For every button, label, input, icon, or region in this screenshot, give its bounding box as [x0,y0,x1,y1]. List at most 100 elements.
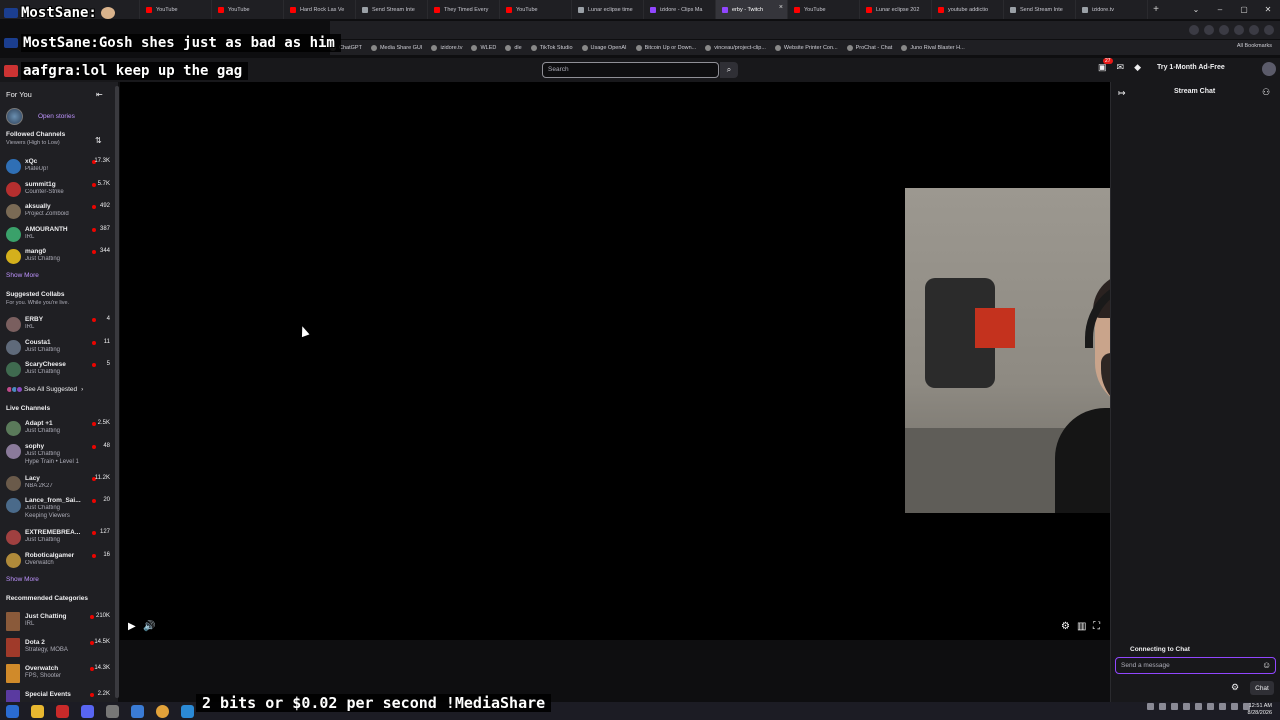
show-more-followed[interactable]: Show More [6,272,39,279]
ad-free-button[interactable]: Try 1-Month Ad-Free [1157,64,1225,71]
tray-icon[interactable] [1159,703,1166,710]
file-explorer-icon[interactable] [31,704,44,718]
wifi-icon[interactable] [1231,703,1238,710]
category-row[interactable]: Dota 2 Strategy, MOBA 14.5K [6,638,110,660]
new-tab-icon[interactable]: + [1148,4,1164,15]
app-icon[interactable] [106,704,119,718]
tray-icon[interactable] [1207,703,1214,710]
channel-row[interactable]: Lance_from_Sai... Just Chatting Keeping Vi… [6,497,110,519]
bookmark-item[interactable]: vinceau/project-clip... [705,44,766,51]
open-stories[interactable]: Open stories [6,108,75,125]
channel-row[interactable]: aksually Project Zomboid 492 [6,203,110,223]
sidebar-scrollbar[interactable] [115,86,119,698]
channel-name: mang0 [25,248,46,256]
bookmark-item[interactable]: Juno Rival Blaster H... [901,44,965,51]
close-window-button[interactable]: ✕ [1256,5,1280,14]
discord-icon[interactable] [81,704,94,718]
user-avatar[interactable] [1262,62,1276,76]
app-icon[interactable] [181,704,194,718]
browser-tab[interactable]: Send Stream Inte [356,0,428,19]
bits-icon[interactable]: ◆ [1134,62,1141,73]
chat-settings-icon[interactable]: ⚙ [1231,682,1239,693]
collapse-sidebar-icon[interactable]: ⇤ [96,90,103,99]
tray-icon[interactable] [1147,703,1154,710]
bookmark-item[interactable]: Website Printer Con... [774,44,838,51]
browser-tab[interactable]: Hard Rock Las Ve [284,0,356,19]
tray-icon[interactable] [1219,703,1226,710]
channel-row[interactable]: ScaryCheese Just Chatting 5 [6,361,110,381]
channel-row[interactable]: AMOURANTH IRL 387 [6,226,110,246]
extension-icon[interactable] [1204,25,1214,35]
channel-row[interactable]: Adapt +1 Just Chatting 2.5K [6,420,110,440]
close-tab-icon[interactable]: × [779,4,783,11]
bookmark-item[interactable]: dle [505,44,522,51]
channel-row[interactable]: summit1g Counter-Strike 5.7K [6,181,110,201]
all-bookmarks-link[interactable]: All Bookmarks [1237,43,1272,49]
channel-row[interactable]: xQc PlateUp! 17.3K [6,158,110,178]
tray-icon[interactable] [1183,703,1190,710]
browser-tab[interactable]: YouTube [788,0,860,19]
whispers-icon[interactable]: ✉ [1117,62,1125,73]
browser-tab[interactable]: YouTube [212,0,284,19]
search-input[interactable]: Search [542,62,719,78]
tab-search-icon[interactable]: ⌄ [1184,5,1208,14]
start-icon[interactable] [6,704,19,718]
channel-row[interactable]: EXTREMEBREA... Just Chatting 127 [6,529,110,549]
browser-tab[interactable]: izidore.tv [1076,0,1148,19]
extension-icon[interactable] [1264,25,1274,35]
bookmark-item[interactable]: Usage OpenAI [581,44,627,51]
browser-tab[interactable]: YouTube [500,0,572,19]
extension-icon[interactable] [1189,25,1199,35]
play-button[interactable]: ▶ [128,621,136,632]
bookmark-item[interactable]: Bitcoin Up or Down... [635,44,696,51]
category-row[interactable]: Just Chatting IRL 210K [6,612,110,634]
browser-tab[interactable]: izidore - Clips Ma [644,0,716,19]
extension-icon[interactable] [1219,25,1229,35]
category-row[interactable]: Overwatch FPS, Shooter 14.3K [6,664,110,686]
theatre-mode-icon[interactable]: ▥ [1077,621,1086,632]
channel-row[interactable]: mang0 Just Chatting 344 [6,248,110,268]
channel-row[interactable]: Cousta1 Just Chatting 11 [6,339,110,359]
browser-tab[interactable]: Lunar eclipse time [572,0,644,19]
settings-gear-icon[interactable]: ⚙ [1061,621,1070,632]
address-bar-area[interactable] [330,21,1280,39]
browser-tab[interactable]: erby - Twitch × [716,0,788,19]
app-icon[interactable] [56,704,69,718]
browser-tab[interactable]: youtube addictio [932,0,1004,19]
channel-row[interactable]: Roboticalgamer Overwatch 16 [6,552,110,572]
browser-tab[interactable]: Lunar eclipse 202 [860,0,932,19]
channel-row[interactable]: ERBY IRL 4 [6,316,110,336]
emote-picker-icon[interactable]: ☺ [1262,660,1271,670]
browser-tab[interactable]: Send Stream Inte [1004,0,1076,19]
notifications-icon[interactable]: ▣ 27 [1098,58,1113,73]
browser-tab[interactable]: They Timed Every [428,0,500,19]
bookmark-item[interactable]: ProChat - Chat [846,44,892,51]
chat-send-button[interactable]: Chat [1250,681,1274,695]
volume-icon[interactable]: 🔊 [143,621,155,632]
browser-tab[interactable]: YouTube [140,0,212,19]
bookmark-item[interactable]: Media Share GUI [370,44,422,51]
show-more-live[interactable]: Show More [6,576,39,583]
chrome-icon[interactable] [156,704,169,718]
tray-icon[interactable] [1171,703,1178,710]
channel-row[interactable]: sophy Just Chatting Hype Train • Level 1 48 [6,443,110,465]
bookmark-item[interactable]: izidore.tv [431,44,462,51]
community-icon[interactable]: ⚇ [1262,87,1270,98]
category-row[interactable]: Special Events 2.2K [6,690,110,702]
bookmark-item[interactable]: WLED [471,44,496,51]
tray-icon[interactable] [1195,703,1202,710]
channel-row[interactable]: Lacy NBA 2K27 11.2K [6,475,110,495]
maximize-button[interactable]: ▢ [1232,5,1256,14]
bookmark-item[interactable]: TikTok Studio [530,44,573,51]
extension-icon[interactable] [1234,25,1244,35]
sort-icon[interactable]: ⇅ [95,136,102,145]
extension-icon[interactable] [1249,25,1259,35]
system-clock[interactable]: 12:51 AM 8/28/2026 [1248,703,1272,717]
search-button[interactable]: ⌕ [720,62,738,78]
chat-message-input[interactable]: Send a message [1115,657,1276,674]
see-all-suggested[interactable]: See All Suggested › [6,386,83,393]
app-icon[interactable] [131,704,144,718]
fullscreen-icon[interactable]: ⛶ [1093,621,1100,632]
minimize-button[interactable]: – [1208,5,1232,14]
collapse-chat-icon[interactable]: ↦ [1118,88,1126,99]
